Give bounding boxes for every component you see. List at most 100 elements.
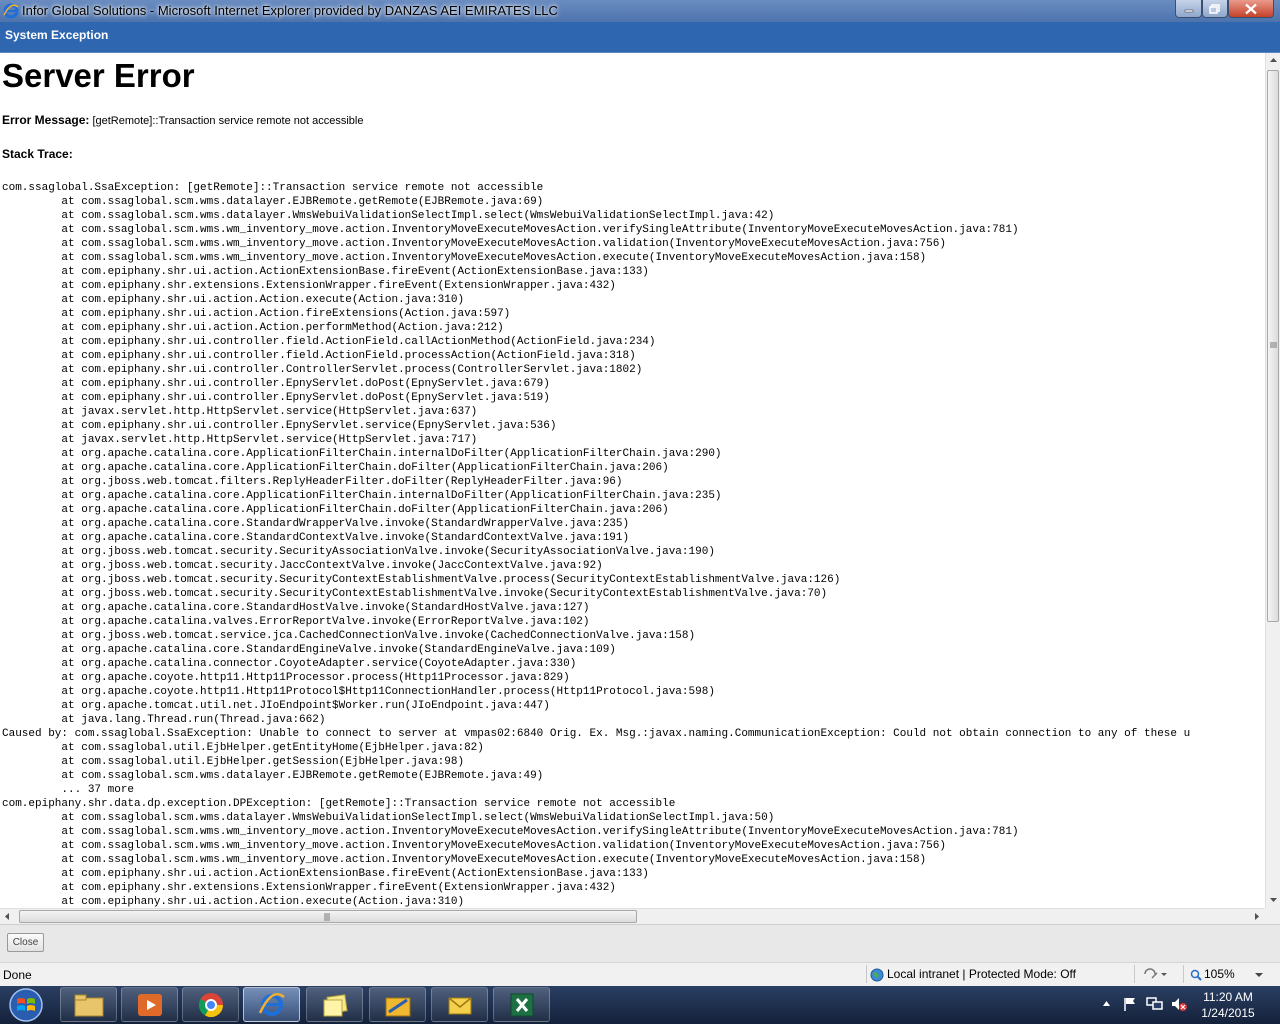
stack-trace: com.ssaglobal.SsaException: [getRemote]:… [2, 181, 1190, 908]
page-title: Server Error [2, 57, 195, 94]
stack-trace-line: at com.ssaglobal.scm.wms.datalayer.EJBRe… [2, 196, 544, 208]
taskbar-outlook[interactable] [431, 987, 488, 1022]
zoom-level[interactable]: 105% [1190, 967, 1264, 981]
globe-icon [870, 968, 884, 982]
window-title: Infor Global Solutions - Microsoft Inter… [22, 3, 558, 18]
chrome-icon [198, 992, 223, 1017]
grip-icon [1270, 342, 1277, 348]
stack-trace-line: at org.apache.tomcat.util.net.JIoEndpoin… [2, 700, 550, 712]
stack-trace-line: at com.ssaglobal.scm.wms.wm_inventory_mo… [2, 238, 946, 250]
stack-trace-line: at com.ssaglobal.util.EjbHelper.getEntit… [2, 742, 484, 754]
stack-trace-line: at com.epiphany.shr.extensions.Extension… [2, 882, 616, 894]
action-center-flag-icon[interactable] [1122, 996, 1138, 1012]
stack-trace-line: at com.ssaglobal.scm.wms.wm_inventory_mo… [2, 224, 1019, 236]
vertical-scroll-thumb[interactable] [1267, 70, 1279, 622]
stack-trace-label: Stack Trace: [2, 147, 73, 161]
security-zone-text: Local intranet | Protected Mode: Off [887, 967, 1076, 981]
network-icon[interactable] [1146, 996, 1164, 1012]
stack-trace-line: at com.epiphany.shr.ui.controller.EpnySe… [2, 420, 557, 432]
stack-trace-line: at com.ssaglobal.util.EjbHelper.getSessi… [2, 756, 465, 768]
grip-icon [324, 913, 330, 921]
status-bar: Done Local intranet | Protected Mode: Of… [0, 962, 1280, 986]
excel-icon [510, 993, 533, 1016]
stack-trace-line: at org.apache.catalina.core.StandardHost… [2, 602, 590, 614]
stack-trace-line: at org.apache.coyote.http11.Http11Protoc… [2, 686, 715, 698]
stack-trace-line: at org.apache.catalina.core.ApplicationF… [2, 448, 722, 460]
stack-trace-line: ... 37 more [2, 784, 135, 796]
stack-trace-line: at com.ssaglobal.scm.wms.wm_inventory_mo… [2, 252, 927, 264]
stack-trace-line: at com.ssaglobal.scm.wms.wm_inventory_mo… [2, 840, 946, 852]
maximize-button[interactable] [1202, 0, 1228, 18]
chevron-down-icon [1255, 972, 1264, 977]
taskbar-media-player[interactable] [121, 987, 178, 1022]
page-header: System Exception [0, 22, 1280, 53]
status-text: Done [3, 968, 32, 982]
taskbar-chrome[interactable] [182, 987, 239, 1022]
scroll-left-icon[interactable] [0, 909, 15, 924]
stack-trace-line: at com.epiphany.shr.ui.controller.field.… [2, 336, 656, 348]
stack-trace-line: at com.epiphany.shr.ui.controller.field.… [2, 350, 636, 362]
stack-trace-line: at org.apache.coyote.http11.Http11Proces… [2, 672, 570, 684]
security-zone[interactable]: Local intranet | Protected Mode: Off [870, 967, 1076, 982]
taskbar-file-manager[interactable] [369, 987, 426, 1022]
stack-trace-line: at com.epiphany.shr.ui.action.ActionExte… [2, 868, 649, 880]
stack-trace-line: at org.apache.catalina.core.ApplicationF… [2, 490, 722, 502]
stack-trace-line: at org.jboss.web.tomcat.security.Securit… [2, 574, 841, 586]
close-button[interactable]: Close [7, 933, 44, 952]
page-header-title: System Exception [5, 28, 109, 42]
stack-trace-line: at org.jboss.web.tomcat.service.jca.Cach… [2, 630, 696, 642]
minimize-button[interactable] [1175, 0, 1202, 18]
close-icon [1245, 3, 1257, 14]
ie-logo-icon [3, 3, 19, 19]
outlook-icon [448, 996, 471, 1014]
stack-trace-line: at org.jboss.web.tomcat.security.Securit… [2, 546, 715, 558]
status-divider [1183, 965, 1184, 983]
stack-trace-line: at com.epiphany.shr.ui.action.Action.exe… [2, 896, 465, 908]
horizontal-scroll-thumb[interactable] [19, 910, 637, 923]
stack-trace-line: com.ssaglobal.SsaException: [getRemote]:… [2, 182, 544, 194]
error-message-label: Error Message: [2, 113, 90, 127]
stack-trace-line: at com.epiphany.shr.extensions.Extension… [2, 280, 616, 292]
stack-trace-line: at org.jboss.web.tomcat.security.Securit… [2, 588, 828, 600]
clock-time: 11:20 AM [1203, 990, 1253, 1004]
sticky-notes-icon [323, 993, 348, 1016]
vertical-scrollbar[interactable] [1265, 53, 1280, 908]
error-message-text: [getRemote]::Transaction service remote … [92, 115, 364, 127]
stack-trace-line: at com.ssaglobal.scm.wms.datalayer.WmsWe… [2, 812, 775, 824]
stack-trace-line: at org.apache.catalina.core.ApplicationF… [2, 504, 669, 516]
horizontal-scrollbar[interactable] [0, 908, 1265, 924]
window-titlebar[interactable]: Infor Global Solutions - Microsoft Inter… [0, 0, 1280, 22]
stack-trace-line: at com.ssaglobal.scm.wms.wm_inventory_mo… [2, 854, 927, 866]
error-message: Error Message: [getRemote]::Transaction … [2, 113, 363, 127]
stack-trace-line: at org.apache.catalina.connector.CoyoteA… [2, 658, 577, 670]
close-window-button[interactable] [1228, 0, 1274, 18]
scroll-up-icon[interactable] [1266, 53, 1280, 68]
stack-trace-line: at org.apache.catalina.core.StandardWrap… [2, 518, 630, 530]
start-button[interactable] [4, 987, 48, 1023]
stack-trace-line: at com.epiphany.shr.ui.controller.Contro… [2, 364, 643, 376]
stack-trace-line: at com.ssaglobal.scm.wms.wm_inventory_mo… [2, 826, 1019, 838]
stack-trace-line: at javax.servlet.http.HttpServlet.servic… [2, 406, 478, 418]
security-icon[interactable] [1143, 967, 1167, 981]
stack-trace-line: at com.ssaglobal.scm.wms.datalayer.EJBRe… [2, 770, 544, 782]
stack-trace-line: at com.ssaglobal.scm.wms.datalayer.WmsWe… [2, 210, 775, 222]
content-area[interactable]: Server Error Error Message: [getRemote]:… [0, 53, 1265, 908]
minimize-icon [1184, 9, 1193, 12]
taskbar-sticky-notes[interactable] [306, 987, 363, 1022]
show-hidden-icons-icon[interactable] [1102, 1000, 1111, 1007]
volume-muted-icon[interactable] [1170, 996, 1188, 1012]
stack-trace-line: at javax.servlet.http.HttpServlet.servic… [2, 434, 478, 446]
stack-trace-line: at com.epiphany.shr.ui.controller.EpnySe… [2, 392, 550, 404]
taskbar-excel[interactable] [493, 987, 550, 1022]
stack-trace-line: at com.epiphany.shr.ui.action.Action.per… [2, 322, 504, 334]
internet-explorer-icon [258, 992, 285, 1016]
file-manager-icon [385, 997, 410, 1016]
stack-trace-line: com.epiphany.shr.data.dp.exception.DPExc… [2, 798, 676, 810]
scroll-right-icon[interactable] [1249, 909, 1264, 924]
taskbar: 11:20 AM 1/24/2015 [0, 986, 1280, 1024]
system-clock[interactable]: 11:20 AM 1/24/2015 [1188, 989, 1268, 1021]
stack-trace-line: at java.lang.Thread.run(Thread.java:662) [2, 714, 326, 726]
taskbar-internet-explorer[interactable] [243, 987, 300, 1022]
taskbar-explorer[interactable] [60, 987, 117, 1022]
scroll-down-icon[interactable] [1266, 892, 1280, 907]
